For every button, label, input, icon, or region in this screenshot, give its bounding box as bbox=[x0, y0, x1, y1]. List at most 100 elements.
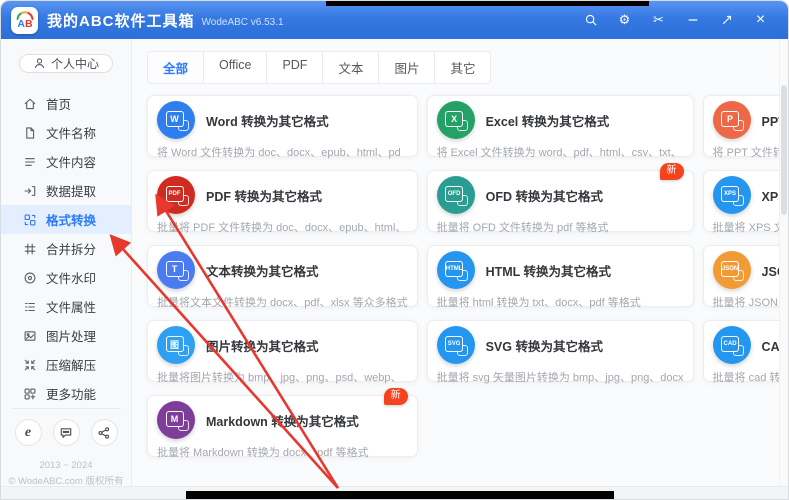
text-doc-icon: T bbox=[157, 251, 195, 289]
card-excel-convert[interactable]: X Excel 转换为其它格式将 Excel 文件转换为 word、pdf、htm… bbox=[426, 95, 694, 159]
gear-icon: ⚙ bbox=[618, 12, 631, 28]
card-head: HTML HTML 转换为其它格式 bbox=[436, 251, 684, 289]
card-head: CADCAD 转换为其它格式 bbox=[712, 326, 788, 364]
word-doc-icon: W bbox=[157, 101, 195, 139]
watermark-icon bbox=[22, 270, 37, 285]
card-picture-convert[interactable]: 图 图片转换为其它格式 批量将图片转换为 bmp、jpg、png、psd、webp、 bbox=[147, 320, 418, 384]
card-title: Markdown 转换为其它格式 bbox=[206, 414, 359, 429]
maximize-button[interactable] bbox=[711, 7, 742, 33]
profile-center-button[interactable]: 个人中心 bbox=[19, 54, 113, 73]
card-description: 批量将 OFD 文件转换为 pdf 等格式 bbox=[436, 222, 609, 234]
card-description: 批量将 Markdown 转换为 docx、pdf 等格式 bbox=[157, 447, 369, 459]
chat-button[interactable] bbox=[52, 419, 80, 446]
category-tabs: 全部 Office PDF 文本 图片 其它 bbox=[133, 39, 788, 84]
sidebar-item-file-name[interactable]: 文件名称 bbox=[1, 118, 131, 147]
card-word-convert[interactable]: W Word 转换为其它格式将 Word 文件转换为 doc、docx、epub、… bbox=[147, 95, 418, 159]
sidebar-item-file-props[interactable]: 文件属性 bbox=[1, 292, 131, 321]
tab-text[interactable]: 文本 bbox=[323, 51, 380, 84]
card-svg-convert[interactable]: SVG SVG 转换为其它格式批量将 svg 矢量图片转换为 bmp、jpg、pn… bbox=[426, 320, 694, 384]
share-button[interactable] bbox=[90, 419, 118, 446]
sidebar-item-compress[interactable]: 压缩解压 bbox=[1, 350, 131, 379]
doc-glyph-label: JSON bbox=[721, 261, 740, 277]
top-black-bar bbox=[326, 1, 649, 6]
card-description: 批量将 cad 转换为 pdf 等格式 bbox=[712, 372, 788, 384]
doc-glyph: HTML bbox=[445, 261, 469, 281]
card-pdf-convert[interactable]: PDF PDF 转换为其它格式 批量将 PDF 文件转换为 doc、docx、epu… bbox=[147, 170, 418, 234]
sidebar-item-label: 文件名称 bbox=[46, 127, 97, 141]
tab-pdf[interactable]: PDF bbox=[267, 51, 324, 84]
more-icon bbox=[22, 386, 37, 401]
doc-glyph-label: X bbox=[445, 111, 464, 127]
minimize-button[interactable] bbox=[677, 7, 708, 33]
scrollbar-thumb[interactable] bbox=[781, 85, 787, 215]
scrollbar-track[interactable] bbox=[779, 39, 788, 499]
card-title: 文本转换为其它格式 bbox=[206, 264, 319, 279]
card-head: SVG SVG 转换为其它格式 bbox=[436, 326, 684, 364]
card-xps-convert[interactable]: XPSXPS 转换为其它格式批量将 XPS 文件转换为 pdf 格式 bbox=[702, 170, 788, 234]
doc-glyph-label: CAD bbox=[721, 336, 740, 352]
doc-glyph: W bbox=[165, 111, 189, 131]
titlebar[interactable]: AB 我的ABC软件工具箱 WodeABC v6.53.1 ⚙ ✂ × bbox=[1, 1, 788, 39]
settings-button[interactable]: ⚙ bbox=[609, 7, 640, 33]
card-html-convert[interactable]: HTML HTML 转换为其它格式 批量将 html 转换为 txt、docx、pd… bbox=[426, 245, 694, 309]
doc-glyph: OFD bbox=[445, 186, 469, 206]
sidebar-item-merge-split[interactable]: 合并拆分 bbox=[1, 234, 131, 263]
close-button[interactable]: × bbox=[745, 7, 776, 33]
sidebar-item-watermark[interactable]: 文件水印 bbox=[1, 263, 131, 292]
sidebar-item-format-convert[interactable]: 格式转换 bbox=[1, 205, 131, 234]
sidebar-item-label: 首页 bbox=[46, 98, 72, 112]
card-markdown-convert[interactable]: M Markdown 转换为其它格式批量将 Markdown 转换为 docx、p… bbox=[147, 388, 418, 459]
doc-glyph: M bbox=[165, 411, 189, 431]
sidebar-footer-buttons: e bbox=[1, 419, 131, 446]
doc-glyph-label: PDF bbox=[165, 186, 184, 202]
card-description: 批量将 PDF 文件转换为 doc、docx、epub、html、 bbox=[157, 222, 407, 234]
doc-glyph-label: OFD bbox=[445, 186, 464, 202]
doc-glyph: 图 bbox=[165, 336, 189, 356]
tab-office[interactable]: Office bbox=[204, 51, 268, 84]
card-head: W Word 转换为其它格式 bbox=[157, 101, 408, 139]
markdown-doc-icon: M bbox=[157, 401, 195, 439]
browser-icon: e bbox=[24, 424, 32, 440]
search-button[interactable] bbox=[575, 7, 606, 33]
tab-other[interactable]: 其它 bbox=[435, 51, 492, 84]
card-description: 批量将图片转换为 bmp、jpg、png、psd、webp、 bbox=[157, 372, 402, 384]
card-ppt-convert[interactable]: PPPT 转换为其它格式将 PPT 文件转换为 html、pdf、ppt、ppt… bbox=[702, 95, 788, 159]
card-head: M Markdown 转换为其它格式 bbox=[157, 401, 408, 439]
sidebar-item-label: 数据提取 bbox=[46, 185, 97, 199]
card-description: 批量将 XPS 文件转换为 pdf 格式 bbox=[712, 222, 788, 234]
svg-doc-icon: SVG bbox=[436, 326, 475, 364]
doc-glyph: PDF bbox=[165, 186, 189, 206]
card-json-convert[interactable]: JSONJSON 转换为其它格式批量将 JSON 文件转换为可视化的思维导图或其… bbox=[702, 245, 788, 309]
profile-center-label: 个人中心 bbox=[50, 57, 99, 71]
chat-icon bbox=[59, 426, 73, 440]
sidebar-item-file-content[interactable]: 文件内容 bbox=[1, 147, 131, 176]
image-doc-icon: 图 bbox=[157, 326, 195, 364]
sidebar-item-label: 文件水印 bbox=[46, 272, 97, 286]
card-txt-convert[interactable]: T 文本转换为其它格式批量将文本文件转换为 docx、pdf、xlsx 等众多格式 bbox=[147, 245, 418, 309]
share-icon bbox=[97, 426, 111, 440]
doc-glyph: CAD bbox=[721, 336, 745, 356]
copyright-years: 2013 ~ 2024 bbox=[39, 460, 93, 471]
card-title: Word 转换为其它格式 bbox=[206, 114, 329, 129]
browser-button[interactable]: e bbox=[14, 419, 42, 446]
person-icon bbox=[34, 58, 45, 69]
tab-image[interactable]: 图片 bbox=[379, 51, 436, 84]
app-title: 我的ABC软件工具箱 bbox=[47, 12, 195, 30]
sidebar-item-more[interactable]: 更多功能 bbox=[1, 379, 131, 408]
card-description: 批量将文本文件转换为 docx、pdf、xlsx 等众多格式 bbox=[157, 297, 408, 309]
new-badge: 新 bbox=[383, 388, 408, 405]
doc-glyph-label: W bbox=[165, 111, 184, 127]
card-ofd-convert[interactable]: OFD OFD 转换为其它格式 批量将 OFD 文件转换为 pdf 等格式 新 bbox=[426, 163, 694, 234]
doc-glyph-label: T bbox=[165, 261, 184, 277]
card-description: 批量将 svg 矢量图片转换为 bmp、jpg、png、docx bbox=[436, 372, 684, 384]
scissors-button[interactable]: ✂ bbox=[643, 7, 674, 33]
sidebar-item-data-extract[interactable]: 数据提取 bbox=[1, 176, 131, 205]
file-props-icon bbox=[22, 299, 37, 314]
sidebar-item-image-process[interactable]: 图片处理 bbox=[1, 321, 131, 350]
image-process-icon bbox=[22, 328, 37, 343]
card-description: 将 PPT 文件转换为 html、pdf、ppt、pptx、xps 等; bbox=[712, 147, 788, 159]
home-icon bbox=[22, 96, 37, 111]
sidebar-item-home[interactable]: 首页 bbox=[1, 89, 131, 118]
card-cad-convert[interactable]: CADCAD 转换为其它格式批量将 cad 转换为 pdf 等格式 bbox=[702, 320, 788, 384]
tab-all[interactable]: 全部 bbox=[147, 51, 205, 84]
